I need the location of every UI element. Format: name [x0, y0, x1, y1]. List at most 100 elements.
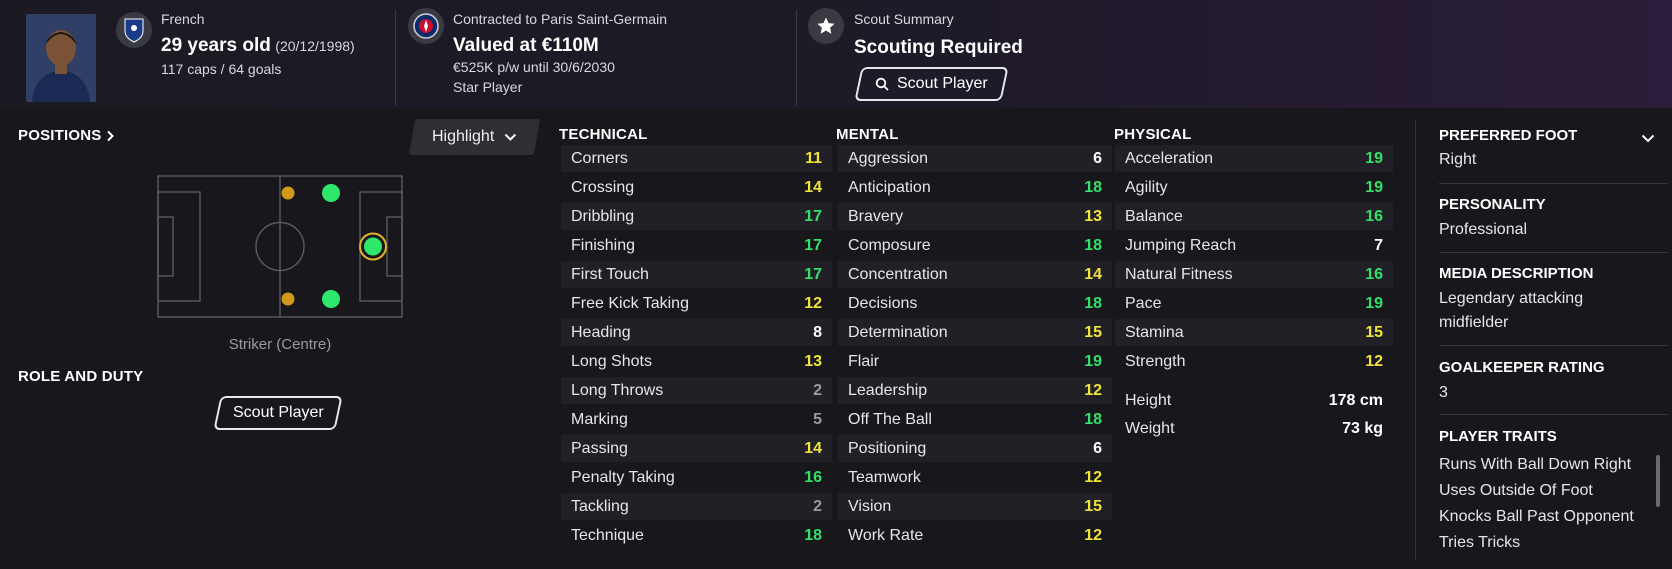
divider [1439, 183, 1668, 184]
trait-item[interactable]: Runs With Ball Down Right [1439, 456, 1631, 474]
attribute-row[interactable]: Concentration 14 [838, 261, 1112, 288]
national-team-badge-icon[interactable] [116, 12, 152, 48]
attribute-value: 18 [1084, 236, 1102, 254]
attribute-row[interactable]: Determination 15 [838, 319, 1112, 346]
attribute-row[interactable]: Heading 8 [561, 319, 832, 346]
attribute-name: Off The Ball [848, 410, 932, 428]
attribute-row[interactable]: Jumping Reach 7 [1115, 232, 1393, 259]
club-badge-icon[interactable] [408, 8, 444, 44]
attribute-value: 6 [1093, 439, 1102, 457]
attribute-value: 12 [1084, 381, 1102, 399]
attribute-row[interactable]: Anticipation 18 [838, 174, 1112, 201]
attribute-row[interactable]: Corners 11 [561, 145, 832, 172]
attribute-row[interactable]: Natural Fitness 16 [1115, 261, 1393, 288]
attribute-name: Natural Fitness [1125, 265, 1233, 283]
attribute-row[interactable]: Bravery 13 [838, 203, 1112, 230]
traits-scrollbar[interactable] [1656, 455, 1660, 507]
wage-contract: €525K p/w until 30/6/2030 [453, 59, 615, 75]
attribute-name: Technique [571, 526, 644, 544]
attribute-row[interactable]: Finishing 17 [561, 232, 832, 259]
preferred-foot-label: PREFERRED FOOT [1439, 127, 1578, 144]
positions-link[interactable]: POSITIONS [18, 127, 115, 144]
scout-player-button-role[interactable]: Scout Player [213, 396, 343, 430]
attribute-row[interactable]: Aggression 6 [838, 145, 1112, 172]
position-caption: Striker (Centre) [228, 336, 332, 353]
player-value: Valued at €110M [453, 35, 599, 56]
position-pitch [157, 175, 403, 318]
attribute-value: 8 [813, 323, 822, 341]
attribute-row[interactable]: Passing 14 [561, 435, 832, 462]
attribute-row[interactable]: Tackling 2 [561, 493, 832, 520]
attribute-value: 19 [1365, 294, 1383, 312]
caps-goals: 117 caps / 64 goals [161, 61, 282, 77]
attribute-name: Flair [848, 352, 880, 370]
attribute-name: Long Shots [571, 352, 652, 370]
attribute-row[interactable]: Strength 12 [1115, 348, 1393, 375]
trait-item[interactable]: Knocks Ball Past Opponent [1439, 508, 1634, 526]
attribute-row[interactable]: Stamina 15 [1115, 319, 1393, 346]
attribute-row[interactable]: Free Kick Taking 12 [561, 290, 832, 317]
attribute-row[interactable]: Composure 18 [838, 232, 1112, 259]
attribute-name: Heading [571, 323, 631, 341]
attribute-row[interactable]: Work Rate 12 [838, 522, 1112, 549]
trait-item[interactable]: Uses Outside Of Foot [1439, 482, 1593, 500]
height-label: Height [1125, 391, 1172, 409]
attribute-value: 19 [1365, 178, 1383, 196]
chevron-right-icon [107, 130, 115, 141]
attribute-value: 15 [1084, 497, 1102, 515]
attribute-name: Aggression [848, 149, 929, 167]
attribute-row[interactable]: Long Shots 13 [561, 348, 832, 375]
attribute-row[interactable]: Agility 19 [1115, 174, 1393, 201]
attribute-name: Work Rate [848, 526, 924, 544]
trait-item[interactable]: Tries Tricks [1439, 534, 1520, 552]
divider [1439, 414, 1668, 415]
attribute-value: 16 [1365, 207, 1383, 225]
attribute-value: 19 [1084, 352, 1102, 370]
attribute-row[interactable]: Teamwork 12 [838, 464, 1112, 491]
chevron-down-icon [504, 133, 517, 141]
highlight-label: Highlight [431, 128, 495, 145]
search-icon [875, 77, 889, 91]
attribute-row[interactable]: Marking 5 [561, 406, 832, 433]
scout-player-button[interactable]: Scout Player [854, 67, 1009, 101]
attribute-row[interactable]: Vision 15 [838, 493, 1112, 520]
attribute-value: 19 [1365, 149, 1383, 167]
attribute-value: 12 [1084, 526, 1102, 544]
attribute-value: 5 [813, 410, 822, 428]
attribute-row[interactable]: First Touch 17 [561, 261, 832, 288]
attribute-row[interactable]: Crossing 14 [561, 174, 832, 201]
attribute-row[interactable]: Off The Ball 18 [838, 406, 1112, 433]
attribute-name: Composure [848, 236, 931, 254]
attribute-row[interactable]: Penalty Taking 16 [561, 464, 832, 491]
attribute-row[interactable]: Long Throws 2 [561, 377, 832, 404]
height-row: Height 178 cm [1115, 387, 1393, 414]
attribute-name: Decisions [848, 294, 918, 312]
attribute-row[interactable]: Acceleration 19 [1115, 145, 1393, 172]
attribute-row[interactable]: Technique 18 [561, 522, 832, 549]
position-dot-natural [322, 290, 340, 308]
attribute-name: Balance [1125, 207, 1183, 225]
attribute-row[interactable]: Leadership 12 [838, 377, 1112, 404]
contract-club[interactable]: Contracted to Paris Saint-Germain [453, 11, 667, 27]
nationality[interactable]: French [161, 11, 205, 27]
attribute-value: 16 [804, 468, 822, 486]
header-divider [395, 10, 396, 106]
player-photo [26, 14, 96, 102]
chevron-down-icon[interactable] [1641, 134, 1655, 143]
attribute-name: Jumping Reach [1125, 236, 1237, 254]
attribute-value: 2 [813, 381, 822, 399]
divider [1439, 252, 1668, 253]
attribute-value: 14 [1084, 265, 1102, 283]
highlight-dropdown[interactable]: Highlight [408, 119, 541, 155]
attribute-name: Acceleration [1125, 149, 1214, 167]
attribute-name: Strength [1125, 352, 1186, 370]
attribute-row[interactable]: Dribbling 17 [561, 203, 832, 230]
attribute-value: 14 [804, 439, 822, 457]
attribute-row[interactable]: Pace 19 [1115, 290, 1393, 317]
attribute-row[interactable]: Balance 16 [1115, 203, 1393, 230]
attribute-value: 12 [1365, 352, 1383, 370]
attribute-row[interactable]: Flair 19 [838, 348, 1112, 375]
attribute-row[interactable]: Decisions 18 [838, 290, 1112, 317]
attribute-row[interactable]: Positioning 6 [838, 435, 1112, 462]
player-status: Star Player [453, 79, 523, 95]
